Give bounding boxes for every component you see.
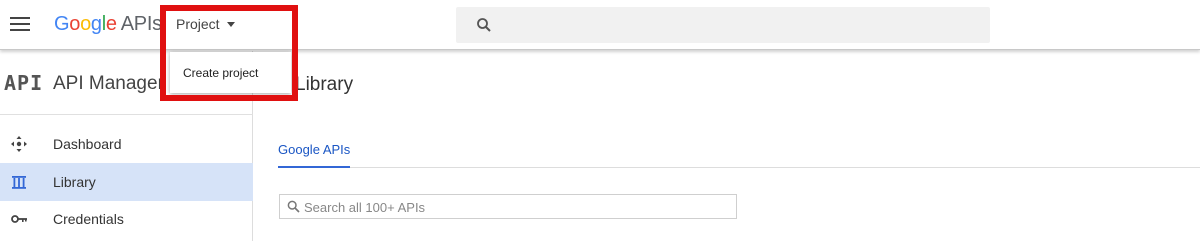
search-icon [287,200,300,213]
google-apis-logo[interactable]: Google APIs [54,13,162,36]
search-icon [477,18,491,32]
api-manager-icon: API [4,71,44,95]
key-icon [11,215,27,223]
logo-suffix: APIs [120,13,162,35]
create-project-menu-item[interactable]: Create project [170,52,291,93]
project-selector-button[interactable]: Project [176,16,235,32]
logo-letter-o1: o [69,13,81,35]
create-project-label: Create project [183,66,259,80]
sidebar-title: API Manager [53,73,164,94]
tab-bar: Google APIs [278,132,1200,168]
dashboard-icon [11,136,27,152]
logo-letter-e: e [105,13,117,35]
hamburger-menu-icon[interactable] [10,17,30,31]
sidebar-item-label: Dashboard [53,136,122,152]
page-title: Library [295,74,354,95]
project-selector-label: Project [176,16,220,32]
sidebar-item-label: Credentials [53,211,124,227]
logo-letter-g2: g [90,13,102,35]
api-search-input[interactable] [304,198,724,216]
logo-letter-g: G [54,13,70,35]
caret-down-icon [226,22,235,27]
api-search-box[interactable] [279,194,737,219]
project-dropdown-menu: Create project [170,52,291,93]
logo-letter-o2: o [80,13,91,35]
global-search-bar[interactable] [456,7,990,43]
tab-google-apis[interactable]: Google APIs [278,142,351,168]
top-app-bar: Google APIs Project [0,0,1200,50]
library-icon [12,176,26,189]
sidebar-item-library[interactable]: Library [0,163,253,201]
sidebar-item-label: Library [53,174,96,190]
sidebar-item-credentials[interactable]: Credentials [0,200,253,238]
sidebar-item-dashboard[interactable]: Dashboard [0,125,253,163]
